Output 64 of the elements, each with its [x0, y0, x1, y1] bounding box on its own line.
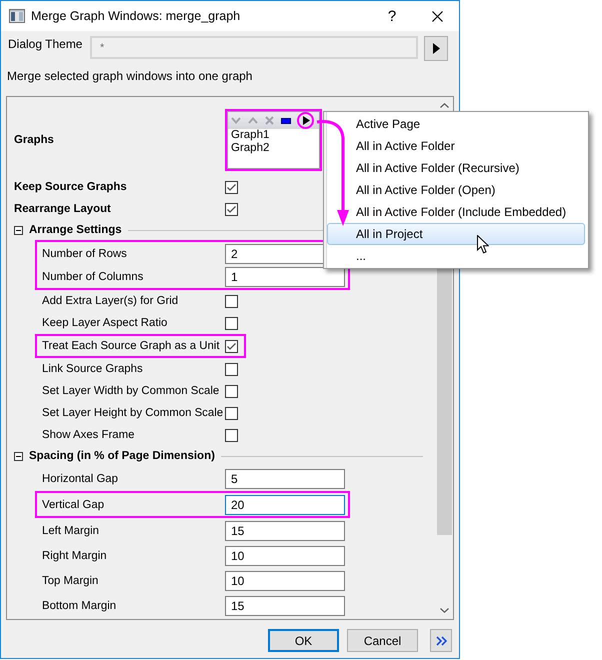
checkbox[interactable]: [225, 340, 238, 352]
help-button[interactable]: ?: [382, 5, 402, 27]
checkbox[interactable]: [225, 294, 238, 308]
checkbox[interactable]: [225, 384, 238, 398]
window-title: Merge Graph Windows: merge_graph: [31, 9, 242, 23]
setting-label: Keep Source Graphs: [14, 181, 128, 193]
menu-item[interactable]: All in Active Folder (Include Embedded): [327, 201, 585, 223]
setting-label: Left Margin: [42, 524, 100, 536]
graph-list[interactable]: Graph1 Graph2: [227, 111, 320, 169]
theme-menu-button[interactable]: [424, 36, 448, 61]
app-icon: [9, 9, 25, 23]
checkbox[interactable]: [225, 406, 238, 420]
setting-label: Horizontal Gap: [42, 472, 119, 484]
section-heading: Spacing (in % of Page Dimension): [29, 450, 215, 462]
theme-label: Dialog Theme: [7, 37, 84, 51]
right-triangle-icon[interactable]: [303, 116, 310, 125]
checkbox[interactable]: [225, 362, 238, 376]
number-field[interactable]: 10: [225, 570, 345, 590]
setting-label: Vertical Gap: [42, 498, 106, 510]
chevron-up-icon[interactable]: [440, 103, 449, 108]
pointer-cursor-icon: [477, 235, 489, 254]
checkbox[interactable]: [225, 180, 238, 194]
number-field[interactable]: 15: [225, 520, 345, 540]
setting-label: Add Extra Layer(s) for Grid: [42, 295, 180, 307]
list-item[interactable]: Graph2: [228, 142, 319, 155]
more-button[interactable]: [430, 629, 452, 652]
close-icon: [432, 10, 442, 22]
right-triangle-icon: [432, 43, 440, 54]
number-field[interactable]: 10: [225, 546, 345, 566]
setting-label: Treat Each Source Graph as a Unit: [42, 340, 220, 352]
menu-item[interactable]: All in Active Folder: [327, 135, 585, 157]
list-item[interactable]: Graph1: [228, 129, 319, 142]
dialog-button[interactable]: OK: [268, 629, 339, 652]
setting-label: Graphs: [14, 134, 55, 146]
setting-label: Set Layer Width by Common Scale: [42, 385, 220, 397]
setting-label: Bottom Margin: [42, 600, 118, 612]
double-chevron-icon: [436, 636, 446, 646]
menu-item[interactable]: All in Active Folder (Recursive): [327, 157, 585, 179]
dialog-button[interactable]: Cancel: [347, 629, 418, 652]
setting-label: Keep Layer Aspect Ratio: [42, 317, 168, 329]
chevron-down-icon[interactable]: [440, 608, 449, 613]
setting-label: Show Axes Frame: [42, 429, 136, 441]
setting-label: Set Layer Height by Common Scale: [42, 407, 224, 419]
menu-item[interactable]: All in Project: [327, 223, 585, 245]
number-field[interactable]: 20: [225, 494, 345, 514]
number-field[interactable]: 15: [225, 596, 345, 616]
setting-label: Number of Columns: [42, 270, 144, 282]
menu-item[interactable]: Active Page: [327, 113, 585, 135]
setting-label: Top Margin: [42, 574, 100, 586]
checkbox[interactable]: [225, 428, 238, 442]
setting-label: Right Margin: [42, 550, 108, 562]
section-heading: Arrange Settings: [29, 224, 122, 236]
minus-box-icon[interactable]: [14, 226, 23, 234]
checkbox[interactable]: [225, 202, 238, 216]
description-text: Merge selected graph windows into one graph: [7, 69, 254, 83]
rectangle-icon[interactable]: [281, 118, 291, 124]
menu-item[interactable]: All in Active Folder (Open): [327, 179, 585, 201]
minus-box-icon[interactable]: [14, 452, 23, 460]
number-field[interactable]: 5: [225, 468, 345, 488]
setting-label: Link Source Graphs: [42, 363, 144, 375]
setting-label: Rearrange Layout: [14, 203, 112, 215]
setting-label: Number of Rows: [42, 248, 128, 260]
number-field[interactable]: 1: [225, 266, 345, 286]
checkbox[interactable]: [225, 316, 238, 330]
